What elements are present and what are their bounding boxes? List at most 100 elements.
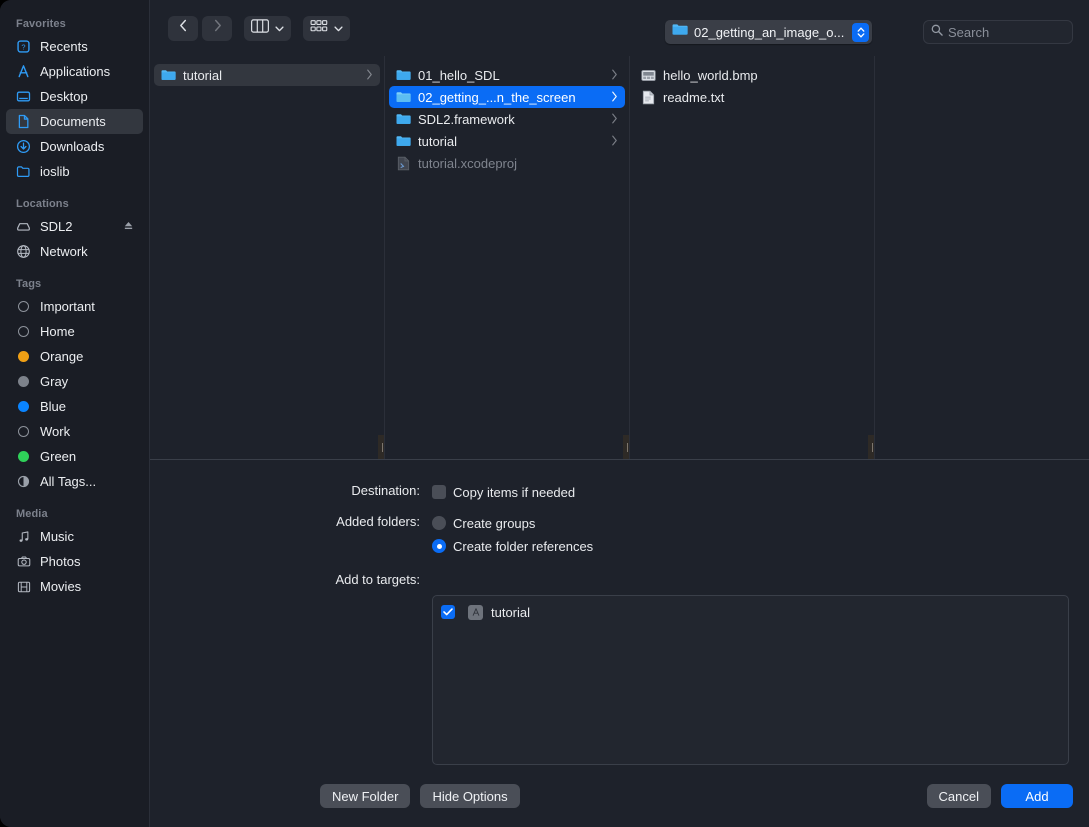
- sidebar-item-tag-home[interactable]: Home: [6, 319, 143, 344]
- sidebar-item-photos[interactable]: Photos: [6, 549, 143, 574]
- targets-list[interactable]: tutorial: [432, 595, 1069, 765]
- sidebar-item-label: ioslib: [40, 164, 70, 179]
- list-item-label: SDL2.framework: [418, 111, 515, 127]
- folder-icon: [672, 23, 688, 41]
- sidebar-item-label: SDL2: [40, 219, 73, 234]
- sidebar-item-tag-blue[interactable]: Blue: [6, 394, 143, 419]
- applications-icon: [14, 64, 33, 80]
- create-folder-references-radio-row[interactable]: Create folder references: [432, 536, 1089, 556]
- back-button[interactable]: [168, 15, 198, 41]
- svg-text:?: ?: [21, 43, 25, 52]
- desktop-icon: [14, 89, 33, 105]
- film-strip-icon: [14, 579, 33, 595]
- list-item[interactable]: hello_world.bmp: [634, 64, 870, 86]
- sidebar-item-tag-important[interactable]: Important: [6, 294, 143, 319]
- added-folders-row: Added folders: Create groups Create fold…: [150, 513, 1089, 559]
- sidebar-item-recents[interactable]: ? Recents: [6, 34, 143, 59]
- eject-icon[interactable]: [123, 219, 134, 234]
- tag-dot-hollow-icon: [14, 299, 33, 315]
- group-by-icon: [310, 19, 328, 38]
- list-item[interactable]: tutorial.xcodeproj: [389, 152, 625, 174]
- target-label: tutorial: [491, 604, 531, 620]
- forward-button[interactable]: [202, 15, 232, 41]
- sidebar-item-applications[interactable]: Applications: [6, 59, 143, 84]
- clock-recents-icon: ?: [14, 39, 33, 55]
- current-folder-popup-button[interactable]: 02_getting_an_image_o...: [665, 20, 873, 44]
- browser-column-1: tutorial: [150, 56, 385, 459]
- column-resize-handle[interactable]: [868, 435, 874, 459]
- bmp-image-icon: [640, 69, 657, 82]
- list-item[interactable]: tutorial: [389, 130, 625, 152]
- sidebar-item-label: Applications: [40, 64, 111, 79]
- column-view-icon: [251, 18, 269, 38]
- search-field[interactable]: [923, 20, 1073, 44]
- sidebar-item-label: Recents: [40, 39, 88, 54]
- file-picker-dialog: Favorites ? Recents Applications Desktop…: [0, 0, 1089, 827]
- sidebar-item-network[interactable]: Network: [6, 239, 143, 264]
- list-item[interactable]: readme.txt: [634, 86, 870, 108]
- xcodeproj-icon: [395, 156, 412, 171]
- table-row[interactable]: tutorial: [433, 602, 1068, 622]
- target-checkbox[interactable]: [441, 605, 455, 619]
- create-folder-references-radio[interactable]: [432, 539, 446, 553]
- camera-icon: [14, 554, 33, 570]
- text-document-icon: [640, 90, 657, 105]
- column-browser: tutorial 01_hello_SDL 02_getting_...n_th…: [150, 56, 1089, 459]
- sidebar-item-tag-orange[interactable]: Orange: [6, 344, 143, 369]
- sidebar-item-label: Network: [40, 244, 88, 259]
- destination-label: Destination:: [351, 483, 420, 498]
- sidebar-item-tag-work[interactable]: Work: [6, 419, 143, 444]
- sidebar-item-movies[interactable]: Movies: [6, 574, 143, 599]
- search-input[interactable]: [948, 24, 1065, 40]
- create-groups-radio-row[interactable]: Create groups: [432, 513, 1089, 533]
- list-item-label: tutorial.xcodeproj: [418, 155, 517, 171]
- sidebar-item-all-tags[interactable]: All Tags...: [6, 469, 143, 494]
- browser-column-4: [875, 56, 1089, 459]
- create-folder-references-label: Create folder references: [453, 538, 594, 554]
- copy-items-checkbox-row[interactable]: Copy items if needed: [432, 482, 1089, 502]
- column-resize-handle[interactable]: [623, 435, 629, 459]
- footer-bar: New Folder Hide Options Cancel Add: [150, 765, 1089, 827]
- downloads-icon: [14, 139, 33, 155]
- chevron-right-icon: [611, 134, 621, 149]
- sidebar-item-sdl2[interactable]: SDL2: [6, 214, 143, 239]
- sidebar-item-tag-gray[interactable]: Gray: [6, 369, 143, 394]
- group-by-button[interactable]: [303, 15, 350, 41]
- folder-icon: [14, 164, 33, 180]
- chevron-right-icon: [611, 90, 621, 105]
- hide-options-button[interactable]: Hide Options: [420, 784, 520, 808]
- music-note-icon: [14, 529, 33, 545]
- chevron-down-icon: [334, 19, 343, 37]
- column-resize-handle[interactable]: [378, 435, 384, 459]
- list-item[interactable]: 01_hello_SDL: [389, 64, 625, 86]
- chevron-right-icon: [213, 19, 222, 37]
- new-folder-button[interactable]: New Folder: [320, 784, 411, 808]
- sidebar-item-label: Downloads: [40, 139, 105, 154]
- list-item[interactable]: 02_getting_...n_the_screen: [389, 86, 625, 108]
- list-item[interactable]: SDL2.framework: [389, 108, 625, 130]
- search-icon: [931, 23, 943, 41]
- cancel-button[interactable]: Cancel: [926, 784, 991, 808]
- sidebar-item-label: All Tags...: [40, 474, 97, 489]
- tag-dot-hollow-icon: [14, 424, 33, 440]
- sidebar-section-header-tags: Tags: [16, 278, 42, 290]
- list-item[interactable]: tutorial: [154, 64, 380, 86]
- sidebar-item-label: Home: [40, 324, 75, 339]
- sidebar-item-tag-green[interactable]: Green: [6, 444, 143, 469]
- view-mode-button[interactable]: [244, 15, 291, 41]
- sidebar-item-downloads[interactable]: Downloads: [6, 134, 143, 159]
- create-groups-label: Create groups: [453, 515, 536, 531]
- sidebar-section-header-locations: Locations: [16, 198, 69, 210]
- sidebar-item-label: Green: [40, 449, 77, 464]
- tag-dot-icon: [14, 349, 33, 365]
- create-groups-radio[interactable]: [432, 516, 446, 530]
- copy-items-checkbox[interactable]: [432, 485, 446, 499]
- sidebar-item-documents[interactable]: Documents: [6, 109, 143, 134]
- list-item-label: tutorial: [183, 67, 223, 83]
- sidebar-item-desktop[interactable]: Desktop: [6, 84, 143, 109]
- add-button[interactable]: Add: [1001, 784, 1073, 808]
- sidebar-item-ioslib[interactable]: ioslib: [6, 159, 143, 184]
- navigation-buttons: [168, 15, 232, 41]
- sidebar-item-music[interactable]: Music: [6, 524, 143, 549]
- up-down-stepper-icon[interactable]: [852, 22, 870, 42]
